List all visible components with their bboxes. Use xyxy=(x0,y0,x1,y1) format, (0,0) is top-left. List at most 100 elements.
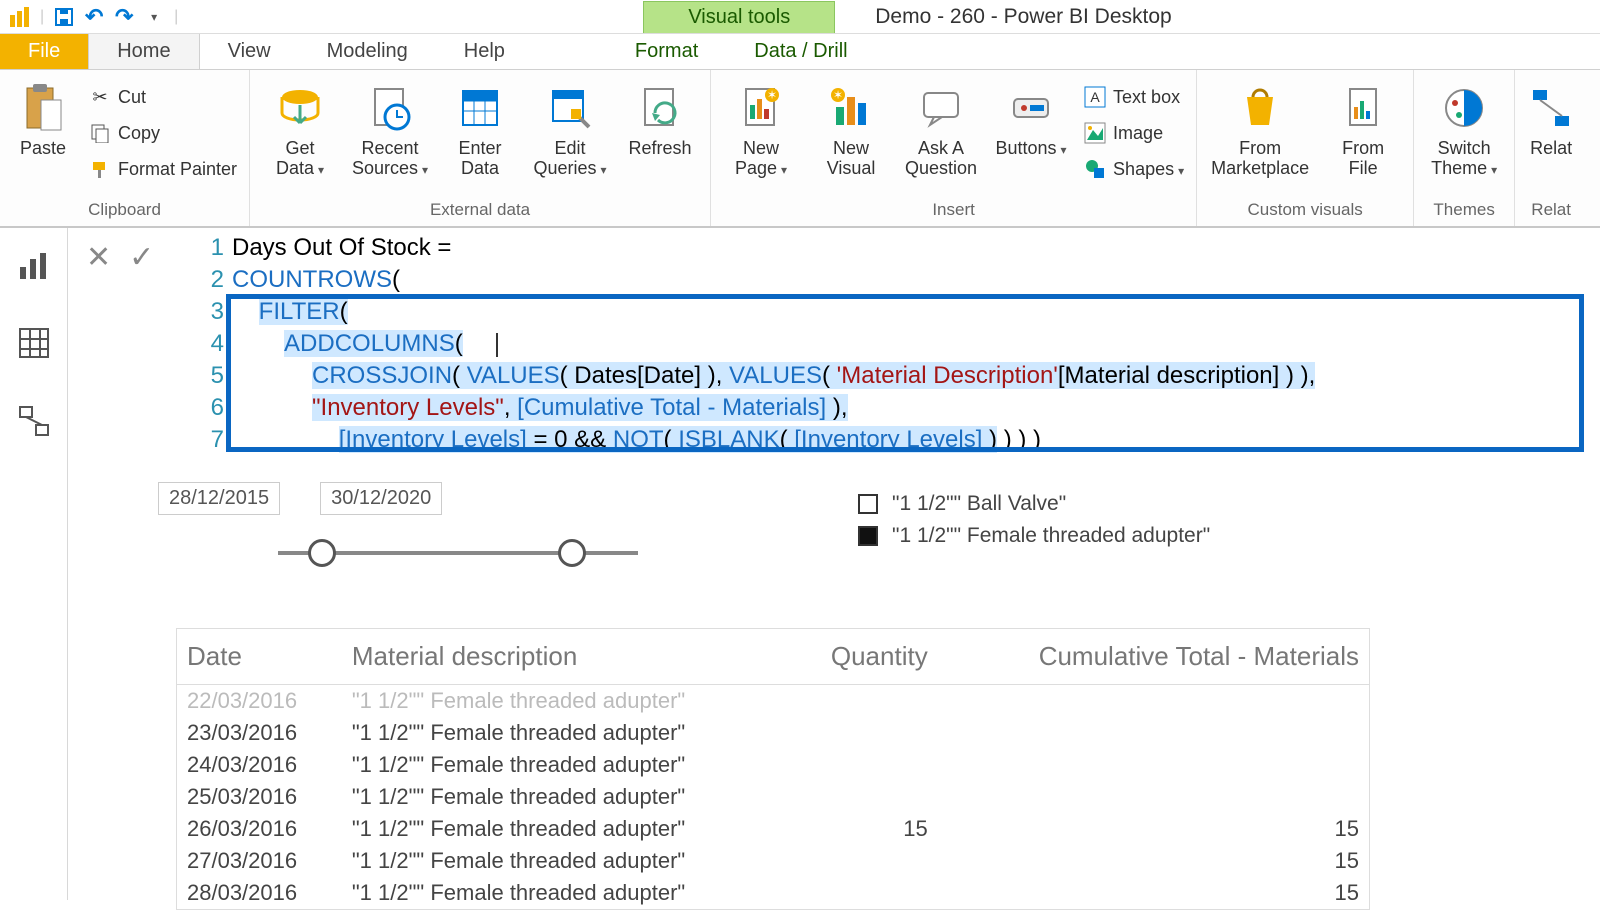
new-visual-button[interactable]: ✶New Visual xyxy=(809,78,893,180)
recent-sources-icon xyxy=(362,80,418,136)
formula-commit-icon[interactable]: ✓ xyxy=(129,240,154,275)
new-page-icon: ✶ xyxy=(733,80,789,136)
group-themes: Switch Theme Themes xyxy=(1414,70,1515,226)
tab-data-drill[interactable]: Data / Drill xyxy=(726,34,875,69)
switch-theme-button[interactable]: Switch Theme xyxy=(1422,78,1506,182)
legend-label-1: "1 1/2"" Ball Valve" xyxy=(892,492,1066,516)
format-painter-button[interactable]: Format Painter xyxy=(84,152,241,186)
save-icon[interactable] xyxy=(54,7,74,27)
cut-label: Cut xyxy=(118,87,146,108)
paste-button[interactable]: Paste xyxy=(8,78,78,160)
tab-format[interactable]: Format xyxy=(607,34,726,69)
formula-bar: ✕ ✓ 1234567 Days Out Of Stock = COUNTROW… xyxy=(68,232,1600,472)
tab-help[interactable]: Help xyxy=(436,34,533,69)
edit-queries-label: Edit Queries xyxy=(534,138,607,180)
table-row[interactable]: 28/03/2016"1 1/2"" Female threaded adupt… xyxy=(177,877,1369,909)
table-row[interactable]: 26/03/2016"1 1/2"" Female threaded adupt… xyxy=(177,813,1369,845)
data-table[interactable]: Date Material description Quantity Cumul… xyxy=(176,628,1370,910)
table-row[interactable]: 22/03/2016"1 1/2"" Female threaded adupt… xyxy=(177,685,1369,718)
tab-view[interactable]: View xyxy=(200,34,299,69)
manage-relationships-button[interactable]: Relat xyxy=(1523,78,1579,160)
col-date[interactable]: Date xyxy=(177,629,342,685)
new-visual-label: New Visual xyxy=(827,138,876,178)
ribbon-tabs: File Home View Modeling Help Format Data… xyxy=(0,34,1600,70)
code-line-4: ADDCOLUMNS( xyxy=(232,328,1600,360)
slicer-end-date[interactable]: 30/12/2020 xyxy=(320,482,442,515)
recent-sources-button[interactable]: Recent Sources xyxy=(348,78,432,182)
dax-editor[interactable]: 1234567 Days Out Of Stock = COUNTROWS( F… xyxy=(198,232,1600,472)
code-line-2: COUNTROWS( xyxy=(232,264,1600,296)
group-insert: ✶New Page ✶New Visual Ask A Question But… xyxy=(711,70,1197,226)
image-button[interactable]: Image xyxy=(1079,116,1188,150)
code-line-3: FILTER( xyxy=(232,296,1600,328)
slicer-handle-start[interactable] xyxy=(308,539,336,567)
switch-theme-label: Switch Theme xyxy=(1431,138,1497,180)
marketplace-icon xyxy=(1232,80,1288,136)
slicer-handle-end[interactable] xyxy=(558,539,586,567)
tab-modeling[interactable]: Modeling xyxy=(299,34,436,69)
group-custom-label: Custom visuals xyxy=(1205,198,1405,224)
model-view-icon[interactable] xyxy=(15,402,53,440)
text-box-button[interactable]: A Text box xyxy=(1079,80,1188,114)
enter-data-icon xyxy=(452,80,508,136)
code-line-7: [Inventory Levels] = 0 && NOT( ISBLANK( … xyxy=(232,424,1600,456)
left-nav xyxy=(0,228,68,900)
date-slicer[interactable]: 28/12/2015 30/12/2020 xyxy=(158,482,798,573)
undo-icon[interactable]: ↶ xyxy=(84,7,104,27)
legend-item-2[interactable]: "1 1/2"" Female threaded adupter" xyxy=(858,524,1210,548)
cut-button[interactable]: ✂Cut xyxy=(84,80,241,114)
copy-icon xyxy=(88,121,112,145)
ask-question-icon xyxy=(913,80,969,136)
ask-question-button[interactable]: Ask A Question xyxy=(899,78,983,180)
report-view-icon[interactable] xyxy=(15,246,53,284)
col-quantity[interactable]: Quantity xyxy=(790,629,938,685)
from-file-button[interactable]: From File xyxy=(1321,78,1405,180)
buttons-button[interactable]: Buttons xyxy=(989,78,1073,162)
data-view-icon[interactable] xyxy=(15,324,53,362)
buttons-icon xyxy=(1003,80,1059,136)
slicer-start-date[interactable]: 28/12/2015 xyxy=(158,482,280,515)
group-clipboard-label: Clipboard xyxy=(8,198,241,224)
group-external-data: Get Data Recent Sources Enter Data Edit … xyxy=(250,70,711,226)
new-page-button[interactable]: ✶New Page xyxy=(719,78,803,182)
edit-queries-button[interactable]: Edit Queries xyxy=(528,78,612,182)
from-marketplace-button[interactable]: From Marketplace xyxy=(1205,78,1315,180)
get-data-label: Get Data xyxy=(276,138,324,180)
col-cumulative[interactable]: Cumulative Total - Materials xyxy=(938,629,1369,685)
svg-text:A: A xyxy=(1090,89,1100,105)
switch-theme-icon xyxy=(1436,80,1492,136)
tab-home[interactable]: Home xyxy=(88,34,199,69)
redo-icon[interactable]: ↷ xyxy=(114,7,134,27)
get-data-button[interactable]: Get Data xyxy=(258,78,342,182)
col-material[interactable]: Material description xyxy=(342,629,790,685)
group-themes-label: Themes xyxy=(1422,198,1506,224)
formula-cancel-icon[interactable]: ✕ xyxy=(86,240,111,275)
tab-file[interactable]: File xyxy=(0,34,88,69)
workspace: ✕ ✓ 1234567 Days Out Of Stock = COUNTROW… xyxy=(0,228,1600,900)
table-row[interactable]: 23/03/2016"1 1/2"" Female threaded adupt… xyxy=(177,717,1369,749)
legend-item-1[interactable]: "1 1/2"" Ball Valve" xyxy=(858,492,1210,516)
shapes-label: Shapes xyxy=(1113,159,1184,180)
shapes-button[interactable]: Shapes xyxy=(1079,152,1188,186)
from-file-icon xyxy=(1335,80,1391,136)
line-gutter: 1234567 xyxy=(198,232,224,456)
enter-data-button[interactable]: Enter Data xyxy=(438,78,522,180)
refresh-button[interactable]: Refresh xyxy=(618,78,702,160)
ribbon: Paste ✂Cut Copy Format Painter Clipboard… xyxy=(0,70,1600,228)
slicer-track[interactable] xyxy=(278,533,638,573)
image-icon xyxy=(1083,121,1107,145)
text-box-label: Text box xyxy=(1113,87,1180,108)
copy-button[interactable]: Copy xyxy=(84,116,241,150)
table-row[interactable]: 24/03/2016"1 1/2"" Female threaded adupt… xyxy=(177,749,1369,781)
image-label: Image xyxy=(1113,123,1163,144)
table-row[interactable]: 27/03/2016"1 1/2"" Female threaded adupt… xyxy=(177,845,1369,877)
quick-access-toolbar: | ↶ ↷ ▾ | xyxy=(0,7,188,27)
qat-dropdown-icon[interactable]: ▾ xyxy=(144,7,164,27)
table-body: 22/03/2016"1 1/2"" Female threaded adupt… xyxy=(177,685,1369,910)
enter-data-label: Enter Data xyxy=(459,138,502,178)
table-row[interactable]: 25/03/2016"1 1/2"" Female threaded adupt… xyxy=(177,781,1369,813)
shapes-icon xyxy=(1083,157,1107,181)
group-custom-visuals: From Marketplace From File Custom visual… xyxy=(1197,70,1414,226)
text-box-icon: A xyxy=(1083,85,1107,109)
paste-label: Paste xyxy=(20,138,66,158)
